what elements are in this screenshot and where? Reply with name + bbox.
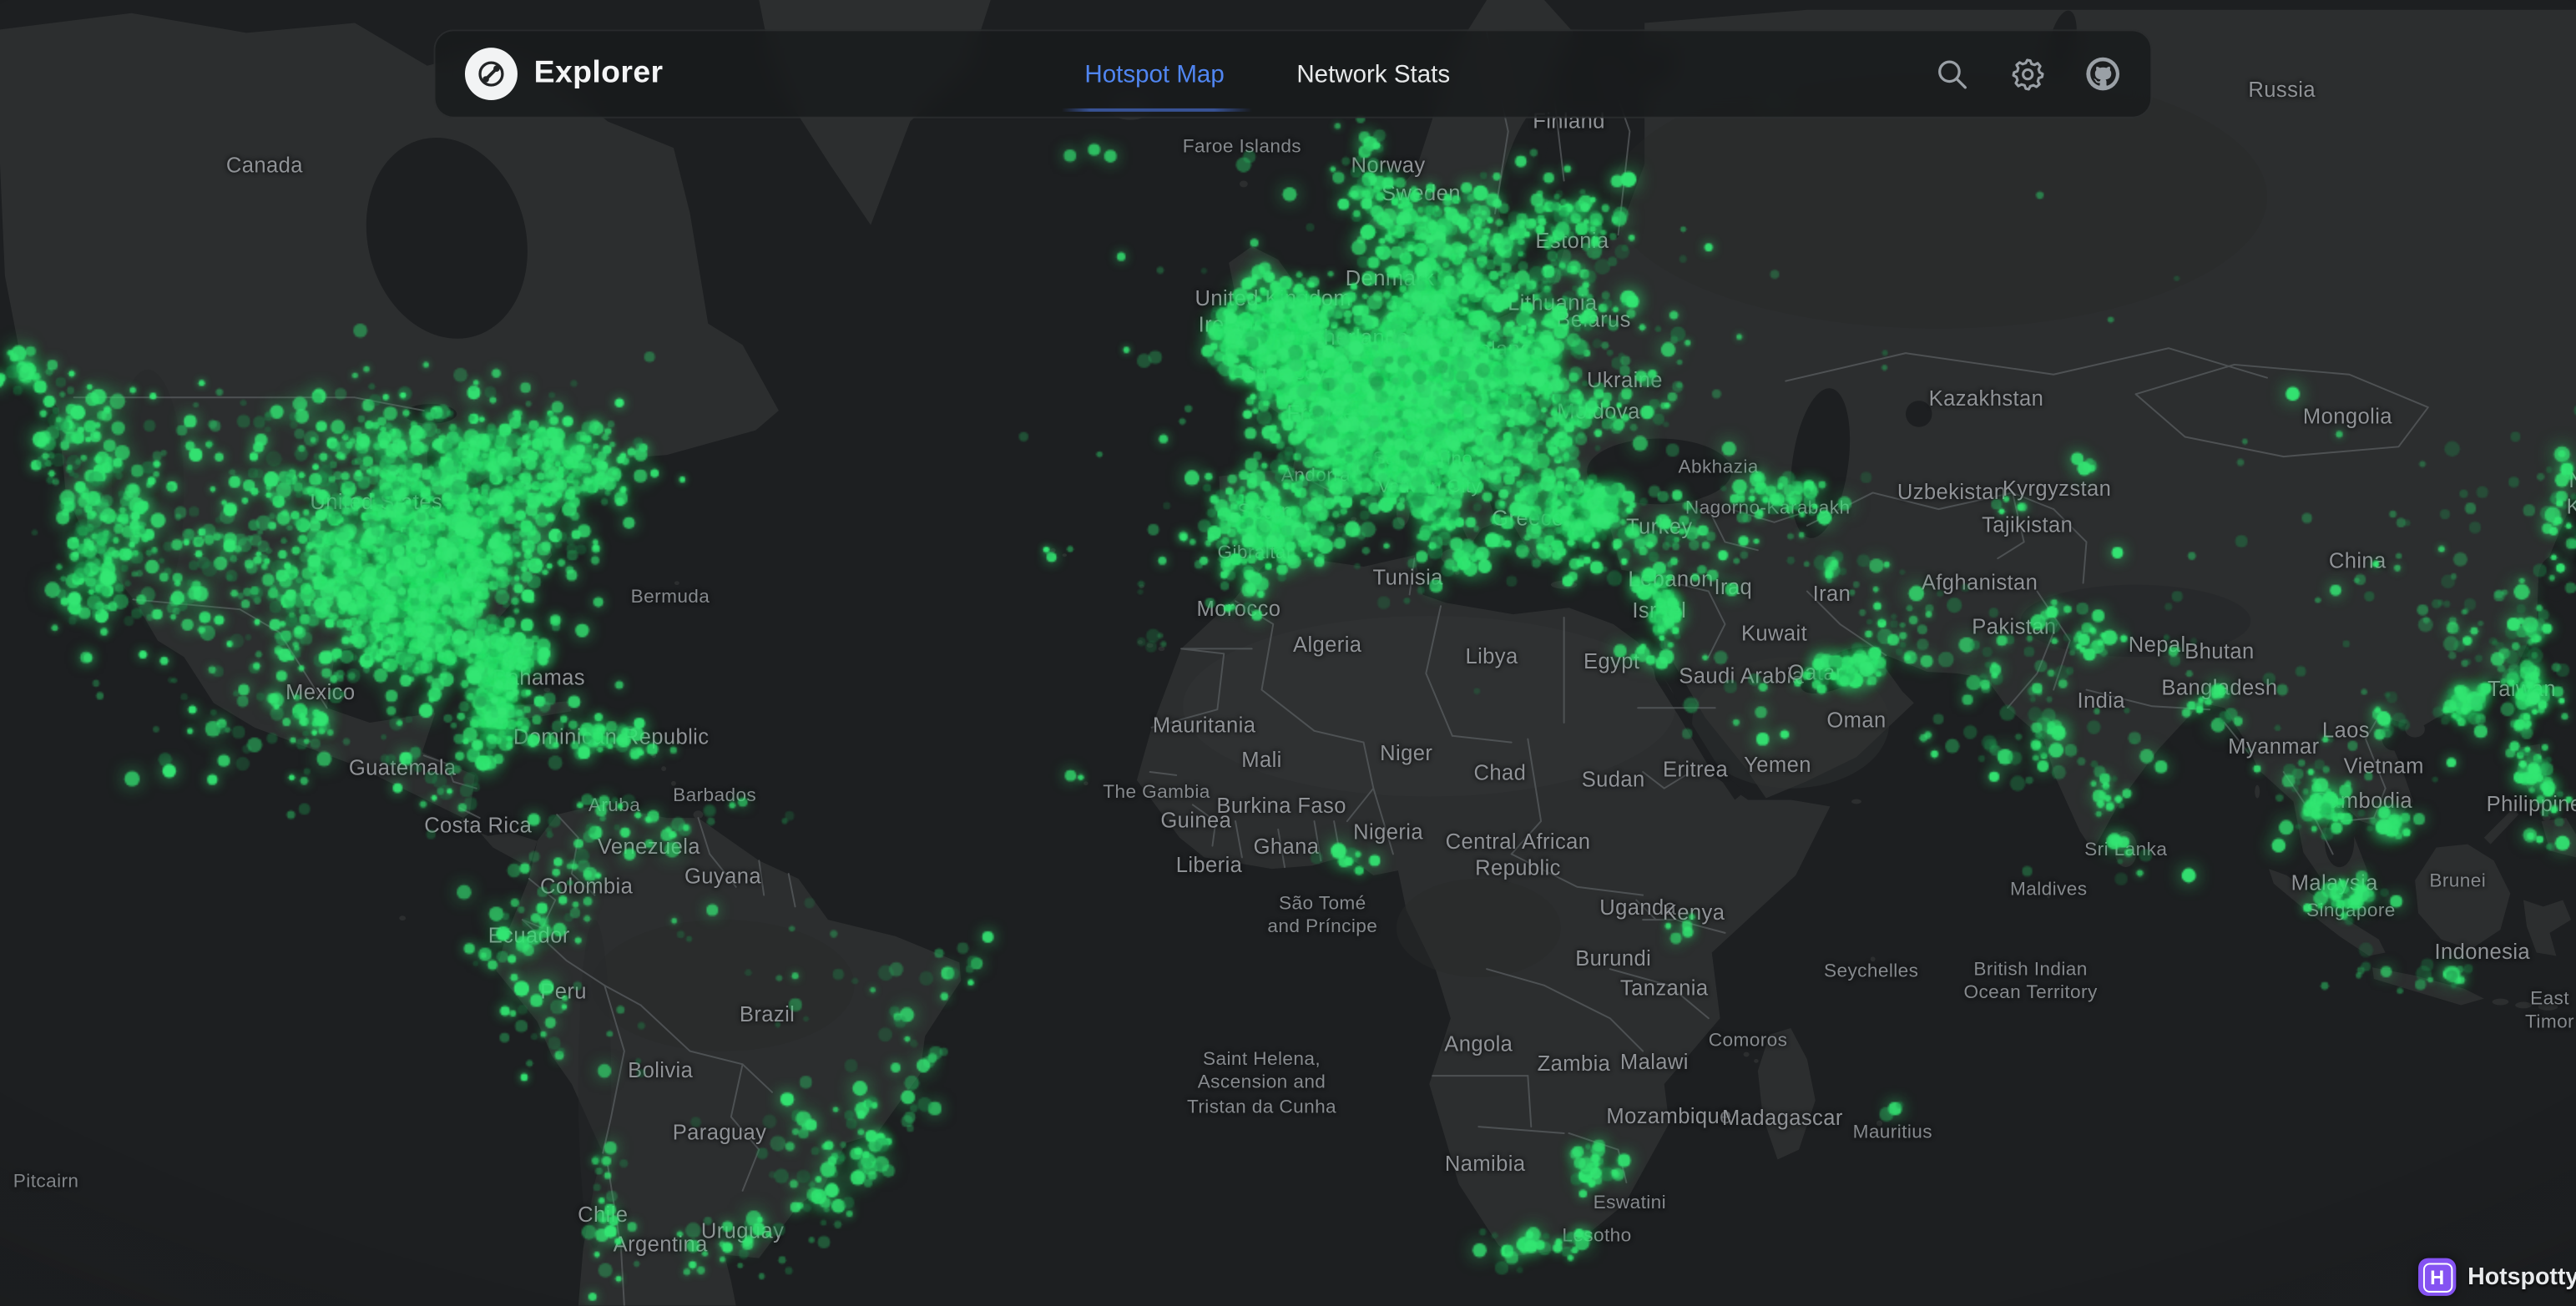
tab-network-stats[interactable]: Network Stats xyxy=(1296,30,1450,117)
tab-hotspot-map[interactable]: Hotspot Map xyxy=(1084,30,1224,117)
hotspotty-label: Hotspotty xyxy=(2467,1263,2576,1289)
brand-label: Explorer xyxy=(534,56,664,92)
hotspotty-h-logo: H xyxy=(2418,1258,2456,1296)
hotspot-dots-canvas[interactable] xyxy=(0,0,2576,1306)
nav-icons xyxy=(1933,56,2120,92)
settings-gear-icon[interactable] xyxy=(2009,56,2045,92)
github-icon[interactable] xyxy=(2085,56,2121,92)
search-icon[interactable] xyxy=(1933,56,1969,92)
explorer-app: CanadaUnited StatesMexicoGuatemalaCosta … xyxy=(0,0,2576,1306)
nav-tabs: Hotspot Map Network Stats xyxy=(1084,31,1450,116)
top-navbar: Explorer Hotspot Map Network Stats xyxy=(434,29,2153,118)
hotspotty-attribution[interactable]: H Hotspotty xyxy=(2418,1258,2576,1296)
helium-logo-icon xyxy=(465,48,518,100)
hotspotty-h-glyph: H xyxy=(2422,1262,2452,1291)
brand[interactable]: Explorer xyxy=(465,48,664,100)
active-tab-underline xyxy=(1062,108,1252,111)
